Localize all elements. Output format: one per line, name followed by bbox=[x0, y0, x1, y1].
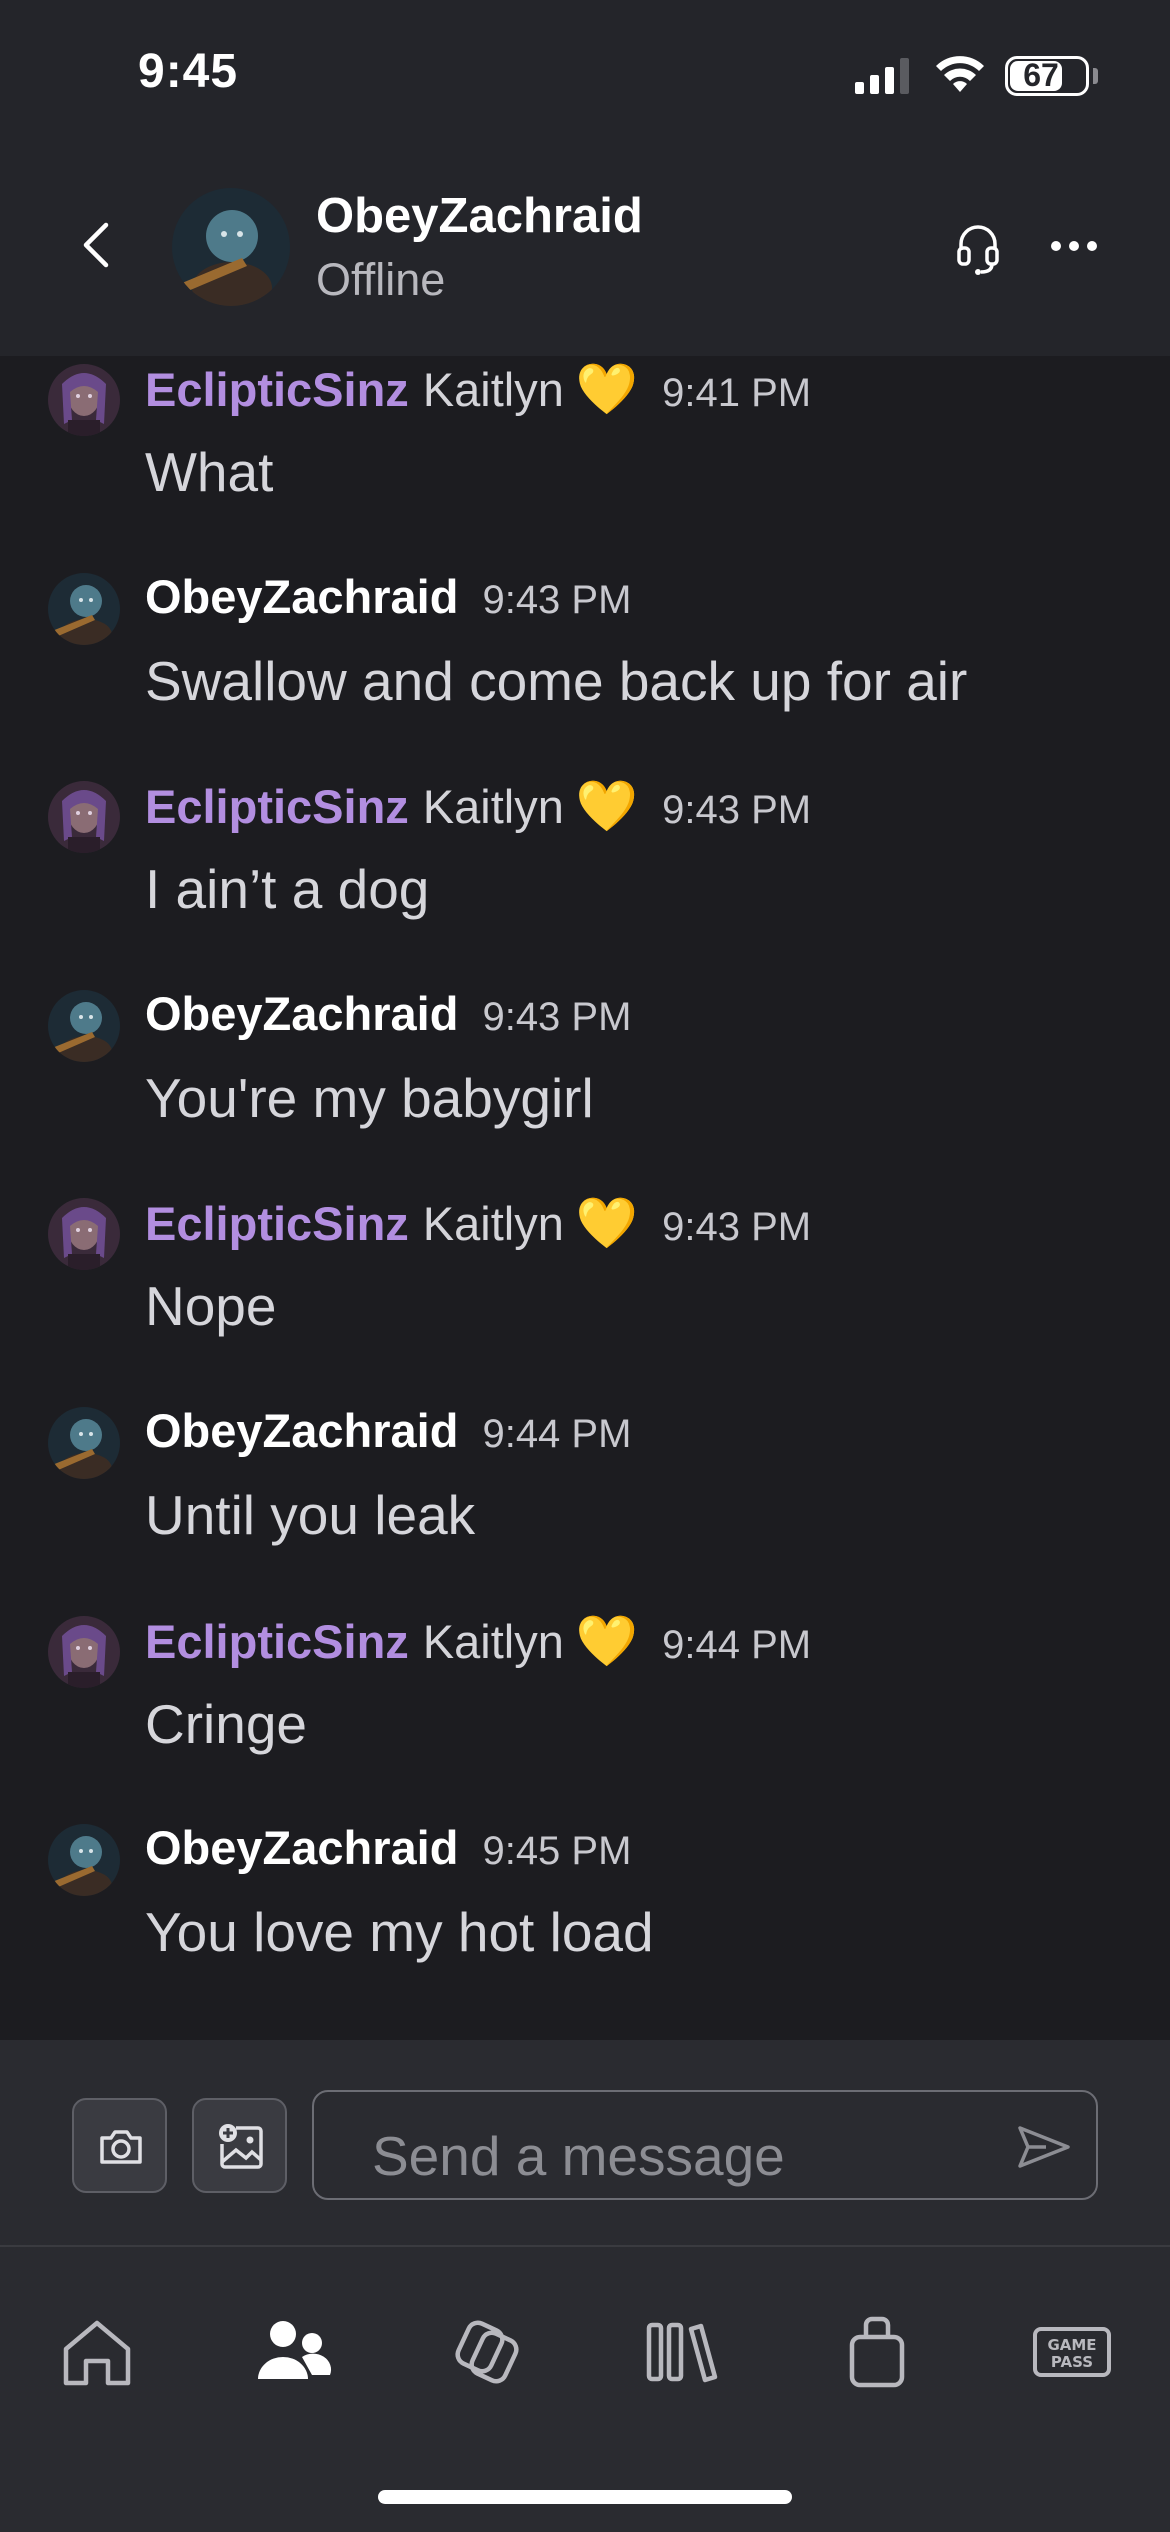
friends-icon bbox=[258, 2321, 332, 2379]
message-text: You love my hot load bbox=[145, 1901, 654, 1964]
message-header: ObeyZachraid 9:44 PM bbox=[145, 1403, 631, 1463]
yellow-heart-icon: 💛 bbox=[575, 1195, 639, 1252]
message-row[interactable]: ObeyZachraid 9:43 PM You're my babygirl bbox=[0, 976, 1170, 1176]
message-timestamp: 9:43 PM bbox=[482, 994, 632, 1039]
message-list[interactable]: EclipticSinz Kaitlyn 💛 9:41 PM What ObeyZachr… bbox=[0, 356, 1170, 2040]
message-timestamp: 9:43 PM bbox=[662, 1205, 812, 1250]
sender-gamertag[interactable]: EclipticSinz bbox=[145, 1196, 409, 1251]
sender-avatar[interactable] bbox=[48, 781, 120, 854]
sender-real-name: Kaitlyn bbox=[422, 363, 564, 416]
nav-home[interactable] bbox=[52, 2307, 142, 2397]
sender-real-name: Kaitlyn bbox=[422, 780, 564, 834]
message-header: ObeyZachraid 9:43 PM bbox=[145, 569, 631, 629]
more-icon[interactable] bbox=[1050, 238, 1098, 254]
sender-gamertag[interactable]: EclipticSinz bbox=[145, 779, 409, 834]
message-header: EclipticSinz Kaitlyn 💛 9:43 PM bbox=[145, 777, 811, 837]
battery-nub bbox=[1093, 68, 1098, 84]
message-text: Until you leak bbox=[145, 1484, 476, 1546]
message-text: Cringe bbox=[145, 1692, 308, 1755]
message-composer: Send a message bbox=[0, 2040, 1170, 2245]
camera-button[interactable] bbox=[72, 2098, 167, 2193]
signal-icon bbox=[855, 58, 909, 94]
chat-header: ObeyZachraid Offline bbox=[0, 150, 1170, 356]
sender-avatar[interactable] bbox=[48, 1824, 120, 1897]
sender-gamertag[interactable]: EclipticSinz bbox=[145, 362, 409, 417]
status-bar: 9:45 67 bbox=[0, 0, 1170, 150]
message-text: I ain’t a dog bbox=[145, 858, 430, 921]
game-pass-line1: GAME bbox=[1047, 2336, 1096, 2354]
wifi-icon bbox=[936, 56, 984, 92]
nav-library[interactable] bbox=[637, 2307, 727, 2397]
message-text: Nope bbox=[145, 1275, 277, 1338]
send-icon[interactable] bbox=[1016, 2122, 1072, 2172]
message-row[interactable]: EclipticSinz Kaitlyn 💛 9:43 PM I ain’t a dog bbox=[0, 767, 1170, 967]
battery-indicator: 67 bbox=[1005, 56, 1089, 96]
add-image-icon bbox=[219, 2124, 263, 2169]
sender-avatar[interactable] bbox=[48, 1615, 120, 1688]
home-icon bbox=[63, 2320, 131, 2386]
yellow-heart-icon: 💛 bbox=[575, 361, 639, 417]
message-input-placeholder: Send a message bbox=[372, 2125, 785, 2187]
status-time: 9:45 bbox=[138, 45, 239, 98]
sender-gamertag[interactable]: ObeyZachraid bbox=[145, 1403, 458, 1458]
message-timestamp: 9:43 PM bbox=[662, 788, 812, 833]
library-icon bbox=[646, 2322, 718, 2383]
game-pass-line2: PASS bbox=[1051, 2353, 1093, 2371]
contact-avatar[interactable] bbox=[172, 188, 290, 306]
sender-avatar[interactable] bbox=[48, 989, 120, 1062]
message-header: ObeyZachraid 9:45 PM bbox=[145, 1820, 631, 1880]
add-image-button[interactable] bbox=[192, 2098, 287, 2193]
message-input[interactable]: Send a message bbox=[312, 2090, 1098, 2200]
message-row[interactable]: EclipticSinz Kaitlyn 💛 9:44 PM Cringe bbox=[0, 1602, 1170, 1802]
bottom-nav: GAME PASS bbox=[0, 2245, 1170, 2532]
sender-avatar[interactable] bbox=[48, 1198, 120, 1271]
nav-game-pass[interactable]: GAME PASS bbox=[1027, 2307, 1117, 2397]
message-timestamp: 9:44 PM bbox=[662, 1622, 812, 1667]
message-timestamp: 9:41 PM bbox=[662, 371, 812, 415]
camera-icon bbox=[100, 2130, 142, 2164]
message-row[interactable]: EclipticSinz Kaitlyn 💛 9:41 PM What bbox=[0, 350, 1170, 550]
sender-gamertag[interactable]: EclipticSinz bbox=[145, 1614, 409, 1669]
yellow-heart-icon: 💛 bbox=[575, 778, 639, 835]
message-header: EclipticSinz Kaitlyn 💛 9:41 PM bbox=[145, 360, 811, 420]
message-text: You're my babygirl bbox=[145, 1066, 594, 1129]
nav-friends[interactable] bbox=[248, 2307, 338, 2397]
store-icon bbox=[849, 2316, 905, 2388]
message-header: EclipticSinz Kaitlyn 💛 9:43 PM bbox=[145, 1194, 811, 1254]
back-chevron-icon[interactable] bbox=[72, 215, 120, 275]
social-icon bbox=[455, 2320, 519, 2384]
sender-avatar[interactable] bbox=[48, 572, 120, 645]
home-indicator bbox=[378, 2490, 792, 2504]
message-timestamp: 9:44 PM bbox=[482, 1412, 632, 1456]
sender-real-name: Kaitlyn bbox=[422, 1614, 564, 1668]
message-row[interactable]: ObeyZachraid 9:44 PM Until you leak bbox=[0, 1393, 1170, 1593]
message-timestamp: 9:43 PM bbox=[482, 577, 632, 622]
nav-store[interactable] bbox=[832, 2307, 922, 2397]
sender-gamertag[interactable]: ObeyZachraid bbox=[145, 1820, 458, 1875]
message-row[interactable]: EclipticSinz Kaitlyn 💛 9:43 PM Nope bbox=[0, 1184, 1170, 1384]
message-timestamp: 9:45 PM bbox=[482, 1829, 632, 1874]
message-row[interactable]: ObeyZachraid 9:45 PM You love my hot load bbox=[0, 1810, 1170, 2010]
message-header: EclipticSinz Kaitlyn 💛 9:44 PM bbox=[145, 1612, 811, 1672]
contact-name: ObeyZachraid bbox=[316, 189, 643, 243]
message-header: ObeyZachraid 9:43 PM bbox=[145, 986, 631, 1046]
yellow-heart-icon: 💛 bbox=[575, 1612, 639, 1669]
sender-gamertag[interactable]: ObeyZachraid bbox=[145, 986, 458, 1041]
message-text: What bbox=[145, 441, 274, 503]
headset-icon[interactable] bbox=[955, 220, 1001, 276]
game-pass-icon: GAME PASS bbox=[1033, 2327, 1111, 2377]
message-row[interactable]: ObeyZachraid 9:43 PM Swallow and come back… bbox=[0, 559, 1170, 759]
sender-avatar[interactable] bbox=[48, 364, 120, 436]
sender-gamertag[interactable]: ObeyZachraid bbox=[145, 569, 458, 624]
sender-real-name: Kaitlyn bbox=[422, 1197, 564, 1251]
sender-avatar[interactable] bbox=[48, 1407, 120, 1479]
contact-status: Offline bbox=[316, 254, 446, 305]
battery-level: 67 bbox=[1023, 57, 1059, 93]
message-text: Swallow and come back up for air bbox=[145, 649, 968, 712]
nav-social[interactable] bbox=[442, 2307, 532, 2397]
